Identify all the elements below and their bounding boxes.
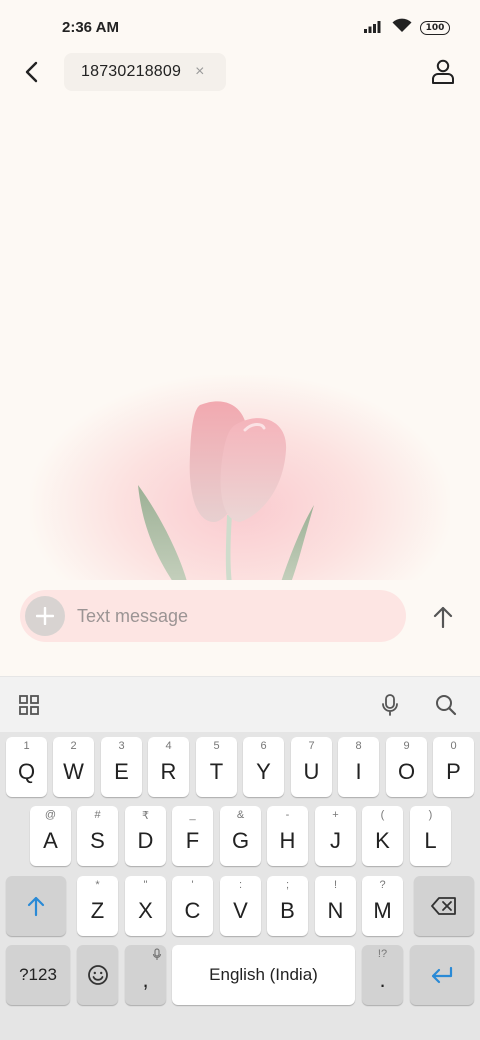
attach-button[interactable] [25, 596, 65, 636]
symbols-key[interactable]: ?123 [6, 945, 70, 1005]
arrow-up-icon [433, 606, 453, 628]
message-list[interactable] [0, 95, 480, 580]
comma-key[interactable]: , [125, 945, 166, 1005]
recipient-number: 18730218809 [81, 63, 182, 80]
key-w[interactable]: 2W [53, 737, 94, 797]
status-time: 2:36 AM [62, 19, 119, 36]
key-y[interactable]: 6Y [243, 737, 284, 797]
key-i[interactable]: 8I [338, 737, 379, 797]
shift-key[interactable] [6, 876, 66, 936]
wifi-icon [392, 18, 412, 38]
key-z[interactable]: * Z [77, 876, 118, 936]
space-key[interactable]: English (India) [172, 945, 355, 1005]
back-button[interactable] [18, 58, 46, 86]
mic-small-icon [152, 948, 162, 960]
signal-icon [364, 19, 384, 38]
key-g[interactable]: & G [220, 806, 261, 866]
backspace-key[interactable] [414, 876, 474, 936]
key-f[interactable]: _ F [172, 806, 213, 866]
smiley-icon [87, 965, 108, 985]
key-p[interactable]: 0P [433, 737, 474, 797]
recipient-chip[interactable]: 18730218809 × [64, 53, 226, 91]
conversation-header: 18730218809 × [0, 52, 480, 92]
composer-row: Text message [0, 584, 480, 650]
person-icon [432, 59, 454, 84]
remove-recipient-icon[interactable]: × [195, 63, 204, 81]
tulip-illustration [138, 401, 314, 580]
key-e[interactable]: 3E [101, 737, 142, 797]
key-h[interactable]: -H [267, 806, 308, 866]
status-bar: 2:36 AM 100 [0, 0, 480, 54]
key-j[interactable]: + J [315, 806, 356, 866]
shift-arrow-icon [27, 896, 45, 917]
keyboard: 1Q 2W 3E 4R 5T 6Y 7U 8I 9O 0P @ A # S ₹ D _… [0, 732, 480, 1040]
contact-button[interactable] [428, 58, 458, 86]
microphone-icon[interactable] [380, 693, 400, 722]
key-q[interactable]: 1Q [6, 737, 47, 797]
key-m[interactable]: ? M [362, 876, 403, 936]
search-icon[interactable] [434, 693, 458, 722]
key-a[interactable]: @ A [30, 806, 71, 866]
backspace-icon [431, 897, 456, 915]
message-input[interactable]: Text message [20, 590, 406, 642]
key-b[interactable]: ; B [267, 876, 308, 936]
back-arrow-icon [25, 61, 38, 83]
enter-icon [431, 966, 453, 984]
key-r[interactable]: 4R [148, 737, 189, 797]
key-u[interactable]: 7U [291, 737, 332, 797]
key-n[interactable]: ! N [315, 876, 356, 936]
key-v[interactable]: :V [220, 876, 261, 936]
status-icons: 100 [364, 18, 450, 38]
key-s[interactable]: # S [77, 806, 118, 866]
key-c[interactable]: ' C [172, 876, 213, 936]
message-placeholder: Text message [77, 605, 189, 626]
keyboard-toolbar [0, 676, 480, 732]
key-x[interactable]: " X [125, 876, 166, 936]
battery-icon: 100 [420, 21, 450, 35]
key-k[interactable]: (K [362, 806, 403, 866]
key-t[interactable]: 5T [196, 737, 237, 797]
grid-icon[interactable] [18, 694, 40, 721]
period-key[interactable]: !?. [362, 945, 403, 1005]
send-button[interactable] [428, 602, 458, 632]
plus-icon [36, 607, 54, 625]
emoji-key[interactable] [77, 945, 118, 1005]
key-d[interactable]: ₹ D [125, 806, 166, 866]
enter-key[interactable] [410, 945, 474, 1005]
key-l[interactable]: ) L [410, 806, 451, 866]
key-o[interactable]: 9O [386, 737, 427, 797]
